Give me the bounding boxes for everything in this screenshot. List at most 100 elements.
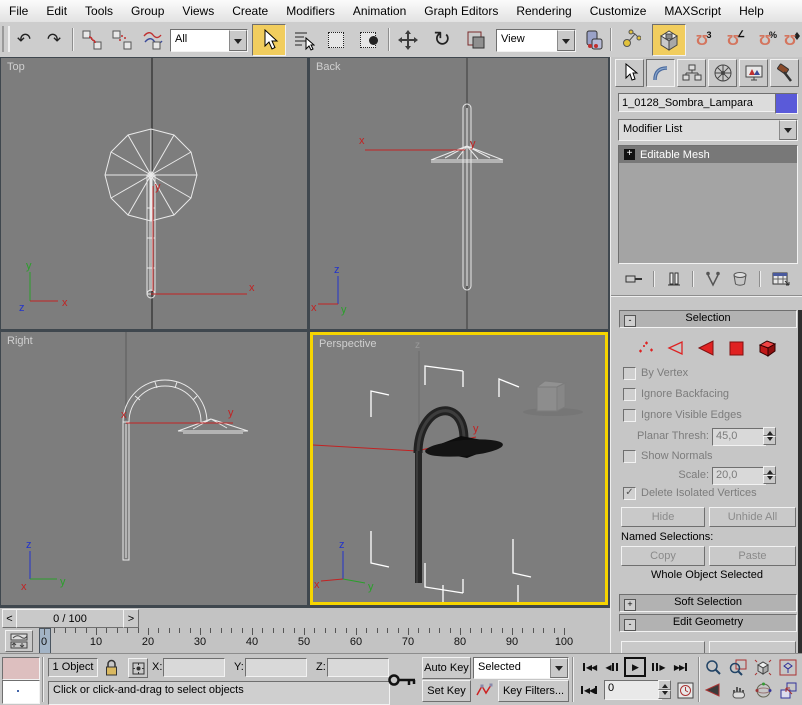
checkbox-delete-isolated-vertices[interactable]: ✓ [623, 487, 636, 500]
menu-graph-editors[interactable]: Graph Editors [415, 4, 507, 18]
collapse-icon[interactable]: - [624, 315, 636, 327]
rollout-selection-header[interactable]: - Selection [619, 310, 797, 328]
selection-filter-combo[interactable]: All [170, 29, 248, 52]
unhide-all-button[interactable]: Unhide All [709, 507, 796, 527]
menu-animation[interactable]: Animation [344, 4, 415, 18]
tab-motion[interactable] [708, 59, 737, 87]
rollout-soft-selection-header[interactable]: + Soft Selection [619, 594, 797, 612]
spinner-snap-toggle-button[interactable]: Ω [782, 27, 802, 52]
track-bar[interactable]: 0102030405060708090100 [0, 628, 610, 653]
track-bar-ruler[interactable]: 0102030405060708090100 [36, 628, 608, 653]
remove-modifier-icon[interactable] [732, 270, 748, 288]
tab-create[interactable] [615, 59, 644, 87]
rollout-edit-geometry-header[interactable]: - Edit Geometry [619, 614, 797, 632]
maxscript-mini-listener-white[interactable] [2, 680, 40, 704]
paste-button[interactable]: Paste [709, 546, 796, 566]
undo-button[interactable]: ↶ [10, 27, 38, 52]
key-filters-button[interactable]: Key Filters... [498, 680, 569, 702]
subobject-polygon-icon[interactable] [727, 339, 747, 357]
menu-help[interactable]: Help [730, 4, 773, 18]
viewport-top[interactable]: x y y x z Top [1, 58, 307, 329]
default-in-out-tangents-button[interactable] [473, 680, 494, 700]
viewport-perspective-label[interactable]: Perspective [319, 338, 376, 350]
viewport-right[interactable]: x y z x y Right [1, 332, 307, 605]
min-max-toggle-button[interactable] [777, 680, 799, 700]
subobject-element-icon[interactable] [757, 339, 779, 357]
y-coordinate-field[interactable] [245, 658, 307, 677]
lamp-object[interactable] [415, 411, 504, 583]
tab-hierarchy[interactable] [677, 59, 706, 87]
expand-icon[interactable]: + [624, 599, 636, 611]
menu-create[interactable]: Create [223, 4, 277, 18]
select-by-name-button[interactable] [290, 27, 318, 52]
modifier-stack-row-editable-mesh[interactable]: + Editable Mesh [619, 146, 797, 163]
menu-edit[interactable]: Edit [37, 4, 76, 18]
bind-to-space-warp-button[interactable] [138, 27, 166, 52]
select-object-button[interactable] [252, 24, 286, 56]
unlink-selection-button[interactable] [108, 27, 136, 52]
percent-snap-toggle-button[interactable]: Ω % [754, 27, 782, 52]
time-slider-handle[interactable]: 0 / 100 [16, 609, 124, 628]
viewport-perspective[interactable]: z y [310, 332, 608, 605]
subobject-face-icon[interactable] [696, 339, 716, 357]
go-to-start-button[interactable]: ◀◀ [578, 657, 600, 677]
play-animation-button[interactable]: ▶ [624, 657, 646, 677]
viewport-back[interactable]: x y z x y Back [310, 58, 608, 329]
field-of-view-button[interactable] [702, 680, 724, 700]
tab-display[interactable] [739, 59, 768, 87]
window-crossing-toggle[interactable] [354, 27, 382, 52]
delete-button[interactable]: Delete [709, 641, 796, 653]
stack-expand-icon[interactable]: + [624, 149, 635, 160]
set-key-button[interactable]: Set Key [422, 680, 471, 702]
selection-lock-toggle[interactable] [104, 658, 120, 677]
hide-button[interactable]: Hide [621, 507, 705, 527]
scale-spinner[interactable] [763, 466, 776, 482]
select-and-rotate-button[interactable]: ↻ [428, 27, 456, 52]
snap-3d-button[interactable]: Ω 3 [690, 27, 718, 52]
checkbox-ignore-backfacing[interactable] [623, 388, 636, 401]
previous-frame-button[interactable]: ◀ [601, 657, 623, 677]
key-scope-dropdown-button[interactable] [550, 658, 568, 678]
auto-key-button[interactable]: Auto Key [422, 657, 471, 679]
subobject-edge-icon[interactable] [666, 339, 686, 357]
menu-group[interactable]: Group [122, 4, 173, 18]
snaps-toggle-button[interactable] [652, 24, 686, 56]
menu-views[interactable]: Views [173, 4, 223, 18]
tab-modify[interactable] [646, 59, 675, 87]
x-coordinate-field[interactable] [163, 658, 225, 677]
menu-tools[interactable]: Tools [76, 4, 122, 18]
configure-modifier-sets-icon[interactable] [771, 270, 791, 288]
menu-file[interactable]: File [0, 4, 37, 18]
object-color-swatch[interactable] [775, 93, 798, 114]
use-pivot-point-center-button[interactable] [580, 27, 608, 52]
subobject-vertex-icon[interactable] [635, 339, 655, 357]
modifier-list-dropdown-button[interactable] [779, 120, 797, 140]
tab-utilities[interactable] [770, 59, 799, 87]
show-end-result-icon[interactable] [666, 270, 682, 288]
go-to-end-button[interactable]: ▶▶ [670, 657, 692, 677]
scale-field[interactable]: 20,0 [712, 467, 766, 485]
object-name-field[interactable] [618, 93, 776, 112]
zoom-extents-all-button[interactable] [777, 657, 799, 677]
select-and-move-button[interactable] [394, 27, 422, 52]
maxscript-mini-listener-pink[interactable] [2, 657, 40, 680]
current-frame-field[interactable]: 0 [604, 680, 662, 700]
zoom-button[interactable] [702, 657, 724, 677]
menu-rendering[interactable]: Rendering [507, 4, 580, 18]
select-and-scale-button[interactable] [462, 27, 490, 52]
zoom-all-button[interactable] [727, 657, 749, 677]
key-scope-combo[interactable]: Selected [473, 657, 569, 679]
collapse-icon[interactable]: - [624, 619, 636, 631]
menu-maxscript[interactable]: MAXScript [655, 4, 730, 18]
modifier-list-combo[interactable]: Modifier List [618, 119, 798, 141]
zoom-extents-button[interactable] [752, 657, 774, 677]
viewport-back-label[interactable]: Back [316, 61, 340, 73]
angle-snap-toggle-button[interactable]: Ω ∠ [722, 27, 750, 52]
coordinate-system-dropdown-button[interactable] [557, 30, 575, 51]
time-slider-prev-button[interactable]: < [2, 609, 17, 628]
mini-curve-editor-button[interactable] [5, 630, 33, 652]
viewport-top-label[interactable]: Top [7, 61, 25, 73]
menu-modifiers[interactable]: Modifiers [277, 4, 344, 18]
viewport-right-label[interactable]: Right [7, 335, 33, 347]
rectangular-selection-region-button[interactable] [322, 27, 350, 52]
